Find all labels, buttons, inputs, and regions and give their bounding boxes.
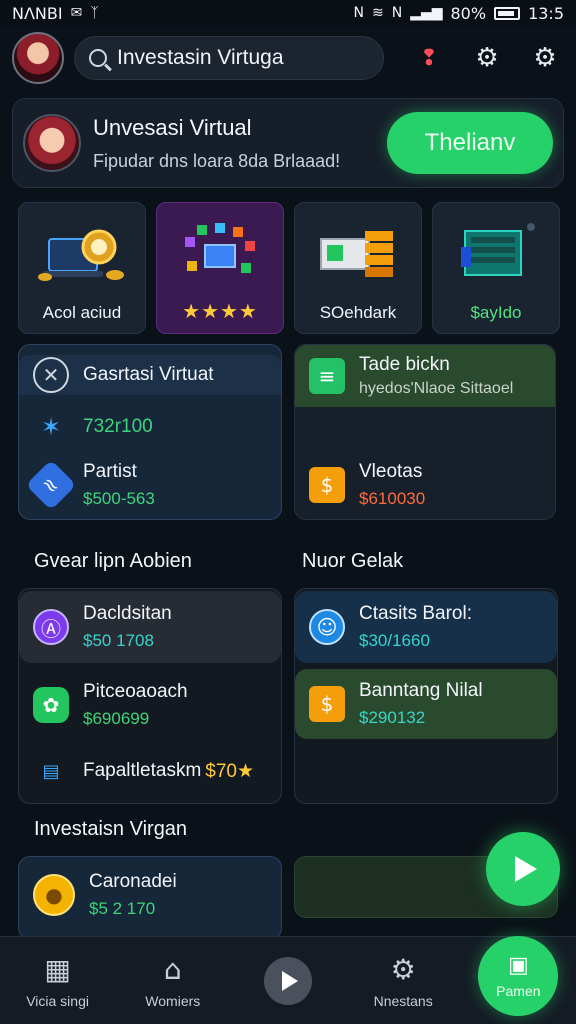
search-input[interactable]: Investasin Virtuga bbox=[117, 46, 284, 70]
cash-stack-icon bbox=[320, 231, 393, 277]
gear-icon: ⚙ bbox=[390, 953, 416, 986]
list-item[interactable]: $ Banntang Nilal $290132 bbox=[295, 669, 557, 739]
close-circle-icon[interactable]: ✕ bbox=[33, 357, 69, 393]
investment-card[interactable]: ● Caronadei $5 2 170 bbox=[18, 856, 282, 940]
list-item-value: $690699 bbox=[83, 709, 150, 728]
list-item-title: Dacldsitan bbox=[83, 603, 172, 624]
portfolio-panel: ✕ Gasrtasi Virtuat ✶ 732r100 ≈ Partist $… bbox=[18, 344, 282, 520]
trade-header-title: Tade bickn bbox=[359, 354, 450, 375]
robot-icon[interactable]: ⚙ bbox=[472, 43, 502, 73]
list-item-title: Pitceoaoach bbox=[83, 681, 188, 702]
category-tile-4[interactable]: $ayIdo bbox=[432, 202, 560, 334]
leaf-icon: ✿ bbox=[33, 687, 69, 723]
search-icon bbox=[89, 49, 107, 67]
section-title-investments: Investaisn Virgan bbox=[34, 818, 188, 840]
rating-stars: ★★★★ bbox=[182, 299, 258, 323]
hero-banner: Unvesasi Virtual Fipudar dns loara 8da B… bbox=[12, 98, 564, 188]
list-item[interactable]: Ⓐ Dacldsitan $50 1708 bbox=[19, 591, 281, 663]
clock: 13:5 bbox=[528, 3, 564, 23]
play-fab-button[interactable] bbox=[486, 832, 560, 906]
portfolio-value: 732r100 bbox=[83, 416, 153, 437]
nav-item-play[interactable] bbox=[233, 956, 343, 1005]
globe-icon: ☺ bbox=[309, 609, 345, 645]
carrier-label: NΛNBI bbox=[12, 3, 63, 23]
nav-label: Pamen bbox=[496, 982, 541, 999]
investment-card-title: Caronadei bbox=[89, 871, 177, 892]
assets-list: Ⓐ Dacldsitan $50 1708 ✿ Pitceoaoach $690… bbox=[18, 588, 282, 804]
bottom-nav: ▦ Vicia singi ⌂ Womiers ⚙ Nnestans ▣ Pam… bbox=[0, 935, 576, 1024]
list-item-value: $290132 bbox=[359, 708, 426, 727]
investment-card-value: $5 2 170 bbox=[89, 899, 156, 918]
list-item[interactable]: ✿ Pitceoaoach $690699 bbox=[19, 669, 281, 741]
portfolio-item-value: $500-563 bbox=[83, 489, 155, 508]
coins-icon: ● bbox=[33, 874, 75, 916]
house-icon: ⌂ bbox=[163, 953, 182, 986]
top-bar: Investasin Virtuga ❢ ⚙ ⚙ bbox=[0, 26, 576, 90]
list-item-value: $30/1660 bbox=[359, 631, 430, 650]
hero-cta-button[interactable]: Thelianv bbox=[387, 112, 553, 174]
list-item[interactable]: ☺ Ctasits Barol: $30/1660 bbox=[295, 591, 557, 663]
category-tile-3[interactable]: SOehdark bbox=[294, 202, 422, 334]
list-item-value: $70★ bbox=[205, 760, 255, 782]
hero-avatar bbox=[23, 114, 81, 172]
dollar-box-icon: $ bbox=[309, 686, 345, 722]
list-item-title: Banntang Nilal bbox=[359, 680, 483, 701]
list-icon: ≡ bbox=[309, 358, 345, 394]
battery-icon bbox=[494, 6, 521, 20]
category-label-4: $ayIdo bbox=[470, 303, 522, 322]
mobile-data-icon: N bbox=[391, 5, 403, 21]
trade-header-sub: hyedos'Nlaoe Sittaoel bbox=[359, 380, 514, 397]
box-icon: ▣ bbox=[507, 953, 529, 978]
category-tile-1[interactable]: Acol aciud bbox=[18, 202, 146, 334]
category-label-3: SOehdark bbox=[319, 303, 397, 322]
play-icon bbox=[263, 956, 312, 1005]
portfolio-header: Gasrtasi Virtuat bbox=[83, 364, 214, 385]
category-row: Acol aciud ★★★★ SOehdark $ayIdo bbox=[18, 202, 560, 334]
hero-subtitle: Fipudar dns loara 8da Brlaaad! bbox=[93, 150, 341, 171]
profile-avatar[interactable] bbox=[12, 32, 64, 84]
gear-icon[interactable]: ⚙ bbox=[530, 43, 560, 73]
nav-item-settings[interactable]: ⚙ Nnestans bbox=[348, 953, 458, 1009]
status-bar: NΛNBI ✉ ᛉ N ≋ N ▂▄▆ 80% 13:5 bbox=[0, 0, 576, 26]
cubes-icon bbox=[185, 223, 255, 273]
signal-icon: ᛉ bbox=[90, 5, 99, 21]
tag-icon: ≈ bbox=[25, 459, 77, 511]
compass-icon: Ⓐ bbox=[33, 609, 69, 645]
nav-label: Vicia singi bbox=[26, 992, 89, 1009]
section-title-left: Gvear lipn Aobien bbox=[34, 550, 192, 572]
trade-item-value: $610030 bbox=[359, 489, 426, 508]
building-icon: ▦ bbox=[44, 953, 71, 986]
laptop-coins-icon bbox=[38, 229, 124, 281]
card-icon: ▤ bbox=[42, 760, 60, 782]
wifi-icon: ≋ bbox=[371, 5, 384, 21]
search-bar[interactable]: Investasin Virtuga bbox=[74, 36, 384, 80]
trade-panel: ≡ Tade bickn hyedos'Nlaoe Sittaoel $ Vle… bbox=[294, 344, 556, 520]
markets-list: ☺ Ctasits Barol: $30/1660 $ Banntang Nil… bbox=[294, 588, 558, 804]
cell-signal-icon: ▂▄▆ bbox=[410, 5, 443, 21]
section-title-right: Nuor Gelak bbox=[302, 550, 404, 572]
category-tile-2[interactable]: ★★★★ bbox=[156, 202, 284, 334]
battery-percent: 80% bbox=[450, 3, 487, 23]
nav-item-active[interactable]: ▣ Pamen bbox=[463, 935, 573, 1016]
nav-item-home[interactable]: ▦ Vicia singi bbox=[3, 953, 113, 1009]
nfc-icon: N bbox=[353, 5, 364, 21]
server-icon bbox=[461, 223, 535, 276]
play-icon bbox=[515, 856, 537, 882]
notification-icon: ✉ bbox=[70, 5, 83, 21]
nav-label: Nnestans bbox=[373, 992, 433, 1009]
star-icon: ✶ bbox=[40, 413, 62, 441]
trade-item-title: Vleotas bbox=[359, 461, 423, 482]
category-label-1: Acol aciud bbox=[42, 303, 122, 322]
hero-title: Unvesasi Virtual bbox=[93, 114, 252, 140]
nav-label: Womiers bbox=[145, 992, 201, 1009]
portfolio-item-title: Partist bbox=[83, 461, 137, 482]
list-item-title: Fapaltletaskm bbox=[83, 760, 202, 781]
list-item[interactable]: ▤ Fapaltletaskm $70★ bbox=[19, 749, 281, 793]
nav-item-markets[interactable]: ⌂ Womiers bbox=[118, 953, 228, 1009]
list-item-value: $50 1708 bbox=[83, 631, 154, 650]
alert-icon[interactable]: ❢ bbox=[414, 43, 444, 73]
list-item-title: Ctasits Barol: bbox=[359, 603, 472, 624]
dollar-box-icon: $ bbox=[309, 467, 345, 503]
